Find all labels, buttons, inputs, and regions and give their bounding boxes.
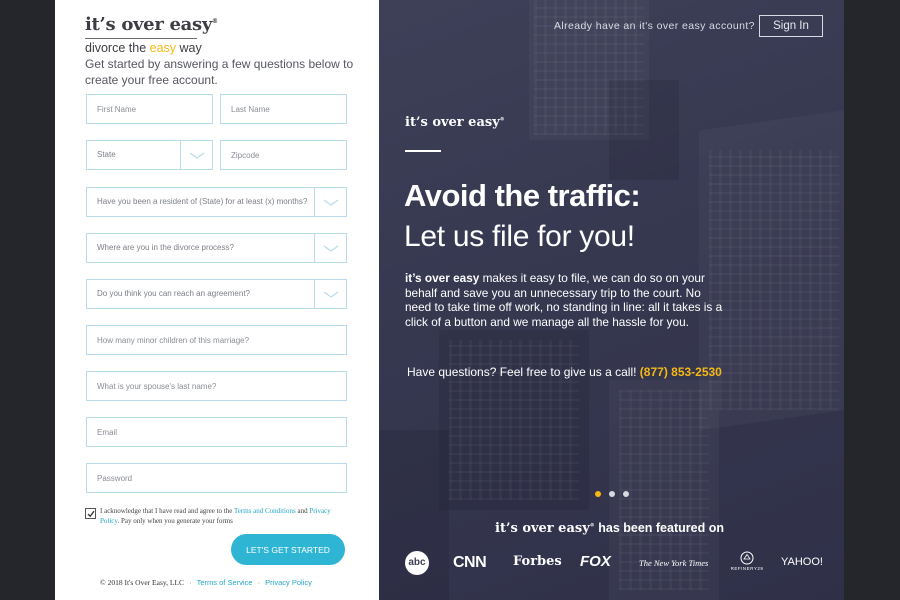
- children-field: [86, 325, 347, 355]
- form-intro: Get started by answering a few questions…: [85, 57, 354, 87]
- chevron-down-icon: [323, 291, 339, 298]
- terms-conditions-link[interactable]: Terms and Conditions: [234, 507, 296, 515]
- first-name-input[interactable]: [87, 95, 212, 123]
- footer-separator: ·: [257, 578, 261, 587]
- zipcode-field: [220, 140, 347, 170]
- hero-panel: Already have an it's over easy account? …: [379, 0, 844, 600]
- phone-number[interactable]: (877) 853-2530: [640, 365, 722, 379]
- agreement-select[interactable]: Do you think you can reach an agreement?: [86, 279, 347, 309]
- hero-heading: Avoid the traffic:: [404, 178, 641, 213]
- refinery29-logo: REFINERY29: [727, 551, 767, 571]
- tagline-after: way: [176, 41, 202, 55]
- brand-divider: [85, 38, 197, 39]
- spouse-name-field: [86, 371, 347, 401]
- residency-select-text: Have you been a resident of (State) for …: [97, 197, 308, 206]
- footer-privacy-link[interactable]: Privacy Policy: [265, 578, 312, 587]
- hero-body-brand: it’s over easy: [405, 271, 480, 285]
- hero-phone: Have questions? Feel free to give us a c…: [407, 365, 722, 379]
- hero-logo-mark: ®: [499, 116, 505, 123]
- signup-panel: it’s over easy® divorce the easy way Get…: [55, 0, 379, 600]
- chevron-down-icon: [323, 245, 339, 252]
- carousel-dots: [595, 484, 637, 502]
- process-select-text: Where are you in the divorce process?: [97, 243, 234, 252]
- state-select[interactable]: State: [86, 140, 213, 170]
- cnn-logo: CNN: [453, 554, 487, 571]
- carousel-dot[interactable]: [595, 491, 601, 497]
- refinery29-emblem: [740, 551, 754, 565]
- email-field: [86, 417, 347, 447]
- terms-checkbox[interactable]: [85, 508, 96, 519]
- forbes-logo: Forbes: [513, 554, 562, 569]
- hero-divider: [405, 150, 441, 152]
- residency-dropdown-button[interactable]: [314, 188, 346, 216]
- zipcode-input[interactable]: [221, 141, 346, 169]
- last-name-field: [220, 94, 347, 124]
- featured-brand: it’s over easy: [495, 521, 590, 536]
- abc-logo: abc: [405, 551, 429, 575]
- hero-body: it’s over easy makes it easy to file, we…: [405, 271, 725, 329]
- agreement-select-text: Do you think you can reach an agreement?: [97, 289, 250, 298]
- brand-tagline: divorce the easy way: [85, 41, 218, 55]
- terms-text: I acknowledge that I have read and agree…: [100, 507, 335, 526]
- get-started-button[interactable]: LET'S GET STARTED: [231, 534, 345, 565]
- process-select[interactable]: Where are you in the divorce process?: [86, 233, 347, 263]
- residency-select[interactable]: Have you been a resident of (State) for …: [86, 187, 347, 217]
- tagline-before: divorce the: [85, 41, 150, 55]
- password-field: [86, 463, 347, 493]
- terms-and: and: [295, 507, 310, 515]
- brand-logo-mark: ®: [212, 18, 218, 25]
- featured-text: has been featured on: [594, 521, 724, 535]
- terms-before: I acknowledge that I have read and agree…: [100, 507, 234, 515]
- process-dropdown-button[interactable]: [314, 234, 346, 262]
- brand: it’s over easy® divorce the easy way: [85, 14, 218, 55]
- sign-in-button[interactable]: Sign In: [759, 15, 823, 37]
- carousel-dot[interactable]: [623, 491, 629, 497]
- password-input[interactable]: [87, 464, 346, 492]
- brand-logo-text: it’s over easy: [85, 14, 212, 35]
- email-input[interactable]: [87, 418, 346, 446]
- spouse-name-input[interactable]: [87, 372, 346, 400]
- footer-separator: ·: [189, 578, 192, 587]
- copyright-text: © 2018 It's Over Easy, LLC: [100, 578, 185, 587]
- last-name-input[interactable]: [221, 95, 346, 123]
- hero-subheading: Let us file for you!: [404, 220, 635, 253]
- brand-logo[interactable]: it’s over easy®: [85, 14, 218, 35]
- featured-heading: it’s over easy® has been featured on: [495, 521, 724, 536]
- state-select-text: State: [97, 150, 116, 159]
- children-input[interactable]: [87, 326, 346, 354]
- footer: © 2018 It's Over Easy, LLC · Terms of Se…: [100, 578, 312, 587]
- press-logos: abc CNN Forbes FOX The New York Times RE…: [405, 551, 825, 577]
- chevron-down-icon: [189, 152, 205, 159]
- first-name-field: [86, 94, 213, 124]
- hero-logo-text: it’s over easy: [405, 115, 500, 130]
- nytimes-logo: The New York Times: [639, 558, 709, 568]
- carousel-dot[interactable]: [609, 491, 615, 497]
- agreement-dropdown-button[interactable]: [314, 280, 346, 308]
- checkmark-icon: [87, 510, 95, 518]
- yahoo-logo: YAHOO!: [781, 556, 823, 568]
- hero-logo: it’s over easy®: [405, 115, 505, 130]
- footer-terms-link[interactable]: Terms of Service: [197, 578, 253, 587]
- state-dropdown-button[interactable]: [180, 141, 212, 169]
- refinery29-wordmark: REFINERY29: [730, 566, 764, 571]
- account-question: Already have an it's over easy account?: [554, 20, 755, 32]
- terms-acknowledgement: I acknowledge that I have read and agree…: [85, 507, 335, 526]
- phone-prompt: Have questions? Feel free to give us a c…: [407, 365, 640, 379]
- tagline-highlight: easy: [149, 41, 177, 55]
- terms-after: . Pay only when you generate your forms: [117, 516, 233, 525]
- chevron-down-icon: [323, 199, 339, 206]
- fox-logo: FOX: [580, 553, 611, 570]
